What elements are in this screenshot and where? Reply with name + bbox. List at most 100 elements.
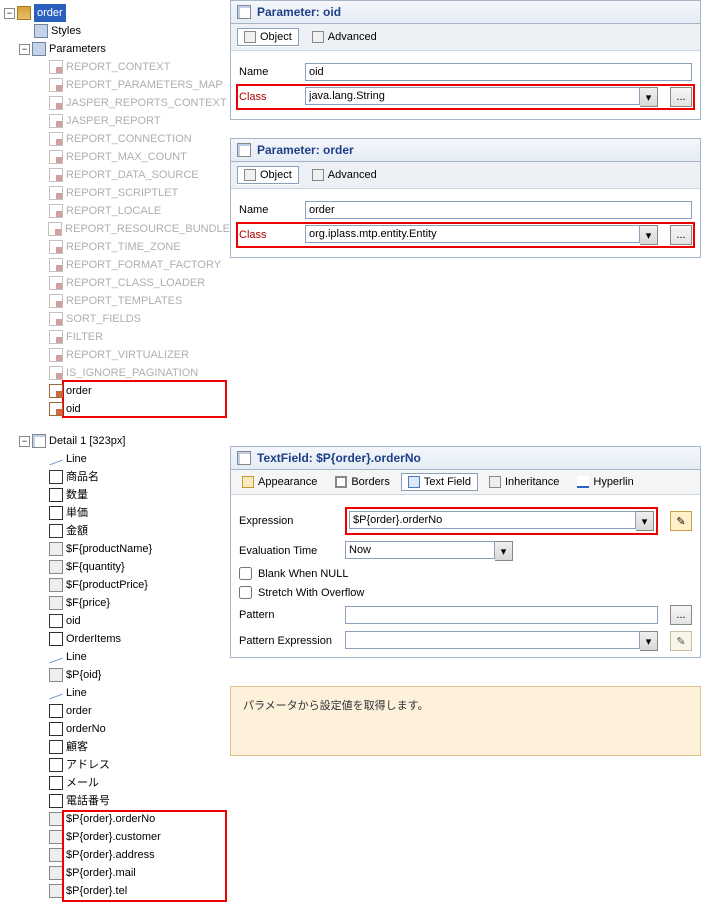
tree-styles[interactable]: Styles [4, 22, 230, 40]
chevron-down-icon[interactable]: ▾ [495, 541, 513, 561]
tree-detail-item[interactable]: Line [4, 684, 230, 702]
tree-root[interactable]: − order [4, 4, 230, 22]
tree-param-builtin[interactable]: JASPER_REPORT [4, 112, 230, 130]
tree-param-builtin[interactable]: REPORT_CONNECTION [4, 130, 230, 148]
tree-detail-item[interactable]: メール [4, 774, 230, 792]
tree-detail-item[interactable]: order [4, 702, 230, 720]
outline-tree: − order Styles − Parameters REPORT_CONTE… [4, 4, 230, 900]
eval-input[interactable] [345, 541, 495, 559]
browse-button[interactable]: ... [670, 87, 692, 107]
name-input[interactable] [305, 63, 692, 81]
tree-param-builtin[interactable]: REPORT_PARAMETERS_MAP [4, 76, 230, 94]
parameter-icon [49, 96, 63, 110]
param-label: SORT_FIELDS [66, 310, 141, 328]
tab-object[interactable]: Object [237, 166, 299, 184]
tree-param-builtin[interactable]: REPORT_CLASS_LOADER [4, 274, 230, 292]
tree-detail-item[interactable]: Line [4, 450, 230, 468]
tree-detail-item[interactable]: 金額 [4, 522, 230, 540]
eval-combo[interactable]: ▾ [345, 541, 513, 561]
parameter-icon [237, 143, 251, 157]
tab-inheritance[interactable]: Inheritance [482, 473, 566, 491]
tree-param-builtin[interactable]: REPORT_VIRTUALIZER [4, 346, 230, 364]
tree-detail-item[interactable]: 電話番号 [4, 792, 230, 810]
item-label: 商品名 [66, 468, 99, 486]
stretch-checkbox[interactable] [239, 586, 252, 599]
parameter-icon [49, 294, 63, 308]
pattern-browse-button[interactable]: ... [670, 605, 692, 625]
edit-expression-button[interactable]: ✎ [670, 511, 692, 531]
class-combo[interactable]: ▾ [305, 87, 658, 107]
chevron-down-icon[interactable]: ▾ [636, 511, 654, 531]
chevron-down-icon[interactable]: ▾ [640, 631, 658, 651]
tree-detail-item[interactable]: $F{price} [4, 594, 230, 612]
tree-detail-item[interactable]: $P{oid} [4, 666, 230, 684]
tree-param-builtin[interactable]: REPORT_FORMAT_FACTORY [4, 256, 230, 274]
tree-detail-item[interactable]: 数量 [4, 486, 230, 504]
parameter-icon [49, 240, 63, 254]
parameters-icon [32, 42, 46, 56]
tree-detail-item[interactable]: $F{productPrice} [4, 576, 230, 594]
tree-param-builtin[interactable]: FILTER [4, 328, 230, 346]
tree-parameters[interactable]: − Parameters [4, 40, 230, 58]
label-icon [49, 722, 63, 736]
tree-detail-item[interactable]: orderNo [4, 720, 230, 738]
appearance-icon [242, 476, 254, 488]
tab-borders[interactable]: Borders [328, 473, 397, 491]
parameter-icon [49, 114, 63, 128]
class-input[interactable] [305, 225, 640, 243]
tab-advanced[interactable]: Advanced [305, 166, 384, 184]
tree-detail[interactable]: − Detail 1 [323px] [4, 432, 230, 450]
tree-param-builtin[interactable]: REPORT_LOCALE [4, 202, 230, 220]
chevron-down-icon[interactable]: ▾ [640, 225, 658, 245]
toggle-icon[interactable]: − [19, 436, 30, 447]
param-label: REPORT_LOCALE [66, 202, 161, 220]
tree-param-builtin[interactable]: SORT_FIELDS [4, 310, 230, 328]
expression-combo[interactable]: ▾ [349, 511, 654, 531]
name-input[interactable] [305, 201, 692, 219]
row-blank-when-null[interactable]: Blank When NULL [239, 567, 692, 580]
tree-detail-item[interactable]: oid [4, 612, 230, 630]
tree-detail-item[interactable]: アドレス [4, 756, 230, 774]
tree-param-user[interactable]: order [4, 382, 230, 400]
class-input[interactable] [305, 87, 640, 105]
label-icon [49, 740, 63, 754]
tree-detail-item[interactable]: 単価 [4, 504, 230, 522]
tree-param-builtin[interactable]: REPORT_SCRIPTLET [4, 184, 230, 202]
tree-detail-item[interactable]: $F{productName} [4, 540, 230, 558]
param-label: JASPER_REPORT [66, 112, 161, 130]
pattern-expr-input[interactable] [345, 631, 640, 649]
browse-button[interactable]: ... [670, 225, 692, 245]
tree-detail-item[interactable]: OrderItems [4, 630, 230, 648]
textfield-icon [49, 848, 63, 862]
tree-param-user[interactable]: oid [4, 400, 230, 418]
item-label: oid [66, 612, 81, 630]
toggle-icon[interactable]: − [19, 44, 30, 55]
chevron-down-icon[interactable]: ▾ [640, 87, 658, 107]
tree-param-builtin[interactable]: REPORT_MAX_COUNT [4, 148, 230, 166]
expression-input[interactable] [349, 511, 636, 529]
tree-detail-item[interactable]: Line [4, 648, 230, 666]
tree-detail-item[interactable]: 顧客 [4, 738, 230, 756]
toggle-icon[interactable]: − [4, 8, 15, 19]
pattern-expr-combo[interactable]: ▾ [345, 631, 658, 651]
blank-checkbox[interactable] [239, 567, 252, 580]
tree-param-builtin[interactable]: JASPER_REPORTS_CONTEXT [4, 94, 230, 112]
textfield-icon [49, 884, 63, 898]
tree-detail-item[interactable]: $F{quantity} [4, 558, 230, 576]
tree-detail-item[interactable]: 商品名 [4, 468, 230, 486]
edit-pattern-expr-button[interactable]: ✎ [670, 631, 692, 651]
row-stretch[interactable]: Stretch With Overflow [239, 586, 692, 599]
param-label: FILTER [66, 328, 103, 346]
tree-param-builtin[interactable]: REPORT_TIME_ZONE [4, 238, 230, 256]
tree-param-builtin[interactable]: REPORT_CONTEXT [4, 58, 230, 76]
tab-hyperlink[interactable]: Hyperlin [570, 473, 640, 491]
class-combo[interactable]: ▾ [305, 225, 658, 245]
tree-param-builtin[interactable]: REPORT_DATA_SOURCE [4, 166, 230, 184]
tab-advanced[interactable]: Advanced [305, 28, 384, 46]
tree-param-builtin[interactable]: REPORT_RESOURCE_BUNDLE [4, 220, 230, 238]
tab-textfield[interactable]: Text Field [401, 473, 478, 491]
tab-object[interactable]: Object [237, 28, 299, 46]
tab-appearance[interactable]: Appearance [235, 473, 324, 491]
tree-param-builtin[interactable]: REPORT_TEMPLATES [4, 292, 230, 310]
pattern-input[interactable] [345, 606, 658, 624]
